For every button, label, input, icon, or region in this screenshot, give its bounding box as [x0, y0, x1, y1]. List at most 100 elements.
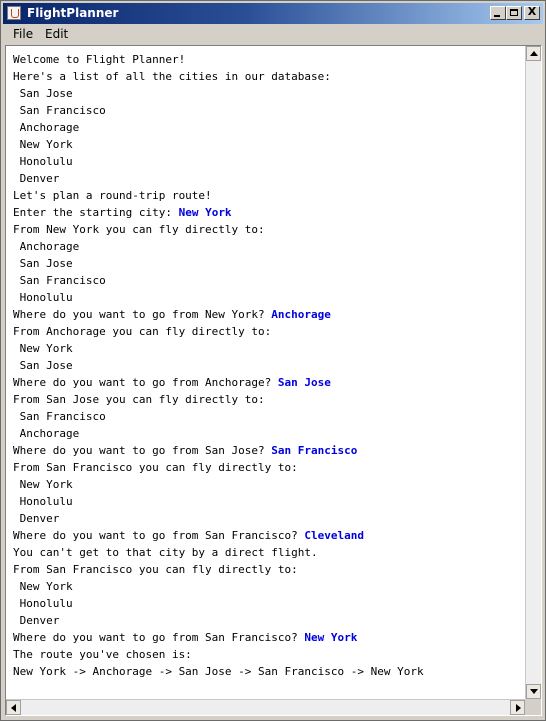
console-line-text: New York -> Anchorage -> San Jose -> San…	[13, 665, 424, 678]
console-line: Here's a list of all the cities in our d…	[13, 68, 523, 85]
console-line: Denver	[13, 612, 523, 629]
console-line: Honolulu	[13, 595, 523, 612]
console-line-text: New York	[13, 478, 73, 491]
menu-file[interactable]: File	[13, 27, 33, 42]
console-line: Where do you want to go from New York? A…	[13, 306, 523, 323]
console-line: San Francisco	[13, 272, 523, 289]
console-line: Anchorage	[13, 119, 523, 136]
console-line: Honolulu	[13, 289, 523, 306]
console-line-text: The route you've chosen is:	[13, 648, 192, 661]
console-line-text: Denver	[13, 512, 60, 525]
console-line: From New York you can fly directly to:	[13, 221, 523, 238]
console-line: New York -> Anchorage -> San Jose -> San…	[13, 663, 523, 680]
user-input-text: Cleveland	[304, 529, 365, 542]
title-bar[interactable]: FlightPlanner X	[3, 3, 543, 24]
console-line: Where do you want to go from San Francis…	[13, 629, 523, 646]
arrow-left-icon	[11, 704, 16, 712]
close-icon: X	[527, 5, 537, 18]
console-line-text: From Anchorage you can fly directly to:	[13, 325, 272, 338]
console-line-text: New York	[13, 342, 73, 355]
console-line-text: Where do you want to go from San Jose?	[13, 444, 272, 457]
minimize-button[interactable]	[490, 6, 506, 20]
user-input-text: San Jose	[277, 376, 331, 389]
window-title: FlightPlanner	[27, 6, 119, 20]
console-line-text: Anchorage	[13, 427, 80, 440]
console-line: San Francisco	[13, 408, 523, 425]
console-line-text: From San Jose you can fly directly to:	[13, 393, 265, 406]
console-line-text: Denver	[13, 172, 60, 185]
console-line-text: New York	[13, 580, 73, 593]
console-line-text: San Francisco	[13, 274, 106, 287]
console-line-text: Honolulu	[13, 291, 73, 304]
scroll-right-button[interactable]	[510, 700, 525, 715]
console-line-text: Where do you want to go from Anchorage?	[13, 376, 278, 389]
console-line: Let's plan a round-trip route!	[13, 187, 523, 204]
console-line: Enter the starting city: New York	[13, 204, 523, 221]
console-line: Denver	[13, 170, 523, 187]
console-line: Anchorage	[13, 238, 523, 255]
close-button[interactable]: X	[524, 5, 540, 20]
console-line-text: Here's a list of all the cities in our d…	[13, 70, 331, 83]
console-line-text: San Francisco	[13, 410, 106, 423]
console-line-text: From New York you can fly directly to:	[13, 223, 265, 236]
console-line: Honolulu	[13, 493, 523, 510]
menu-bar: File Edit	[3, 25, 543, 44]
console-text-area[interactable]: Welcome to Flight Planner! Here's a list …	[5, 45, 542, 716]
console-line: San Jose	[13, 255, 523, 272]
console-line: From San Jose you can fly directly to:	[13, 391, 523, 408]
console-line: Where do you want to go from San Francis…	[13, 527, 523, 544]
vertical-scrollbar[interactable]	[525, 46, 541, 699]
console-line: From San Francisco you can fly directly …	[13, 561, 523, 578]
console-line: Anchorage	[13, 425, 523, 442]
console-line-text: From San Francisco you can fly directly …	[13, 563, 298, 576]
console-line-text: From San Francisco you can fly directly …	[13, 461, 298, 474]
console-line-text: Anchorage	[13, 240, 80, 253]
console-line-text: San Jose	[13, 87, 73, 100]
maximize-button[interactable]	[506, 6, 522, 20]
arrow-up-icon	[530, 51, 538, 56]
console-output: Welcome to Flight Planner! Here's a list …	[13, 51, 523, 680]
console-line: Honolulu	[13, 153, 523, 170]
console-line: New York	[13, 340, 523, 357]
console-line: Denver	[13, 510, 523, 527]
console-line: New York	[13, 476, 523, 493]
console-line-text: New York	[13, 138, 73, 151]
console-line-text: Let's plan a round-trip route!	[13, 189, 212, 202]
arrow-right-icon	[516, 704, 521, 712]
console-line: San Francisco	[13, 102, 523, 119]
console-line: Where do you want to go from San Jose? S…	[13, 442, 523, 459]
console-line: New York	[13, 578, 523, 595]
scroll-up-button[interactable]	[526, 46, 541, 61]
console-line-text: Honolulu	[13, 495, 73, 508]
console-line-text: Honolulu	[13, 597, 73, 610]
console-line: You can't get to that city by a direct f…	[13, 544, 523, 561]
console-line: The route you've chosen is:	[13, 646, 523, 663]
user-input-text: New York	[304, 631, 358, 644]
window-controls: X	[490, 5, 540, 20]
horizontal-scrollbar[interactable]	[6, 699, 525, 715]
scroll-left-button[interactable]	[6, 700, 21, 715]
flightplanner-window: FlightPlanner X File Edit Welcome to Fli…	[0, 0, 546, 721]
minimize-icon	[494, 15, 500, 17]
console-line-text: San Jose	[13, 257, 73, 270]
console-line: Where do you want to go from Anchorage? …	[13, 374, 523, 391]
console-line: Welcome to Flight Planner!	[13, 51, 523, 68]
console-line: New York	[13, 136, 523, 153]
maximize-icon	[510, 9, 518, 16]
menu-edit[interactable]: Edit	[45, 27, 68, 42]
console-line: San Jose	[13, 357, 523, 374]
user-input-text: Anchorage	[271, 308, 331, 321]
scrollbar-corner	[525, 699, 541, 715]
user-input-text: San Francisco	[271, 444, 358, 457]
console-line-text: You can't get to that city by a direct f…	[13, 546, 318, 559]
console-line-text: San Jose	[13, 359, 73, 372]
user-input-text: New York	[178, 206, 232, 219]
console-line-text: Enter the starting city:	[13, 206, 179, 219]
console-line-text: Denver	[13, 614, 60, 627]
console-line-text: San Francisco	[13, 104, 106, 117]
java-cup-icon	[7, 6, 21, 20]
console-line: From Anchorage you can fly directly to:	[13, 323, 523, 340]
console-line-text: Honolulu	[13, 155, 73, 168]
console-line-text: Where do you want to go from San Francis…	[13, 631, 305, 644]
scroll-down-button[interactable]	[526, 684, 541, 699]
